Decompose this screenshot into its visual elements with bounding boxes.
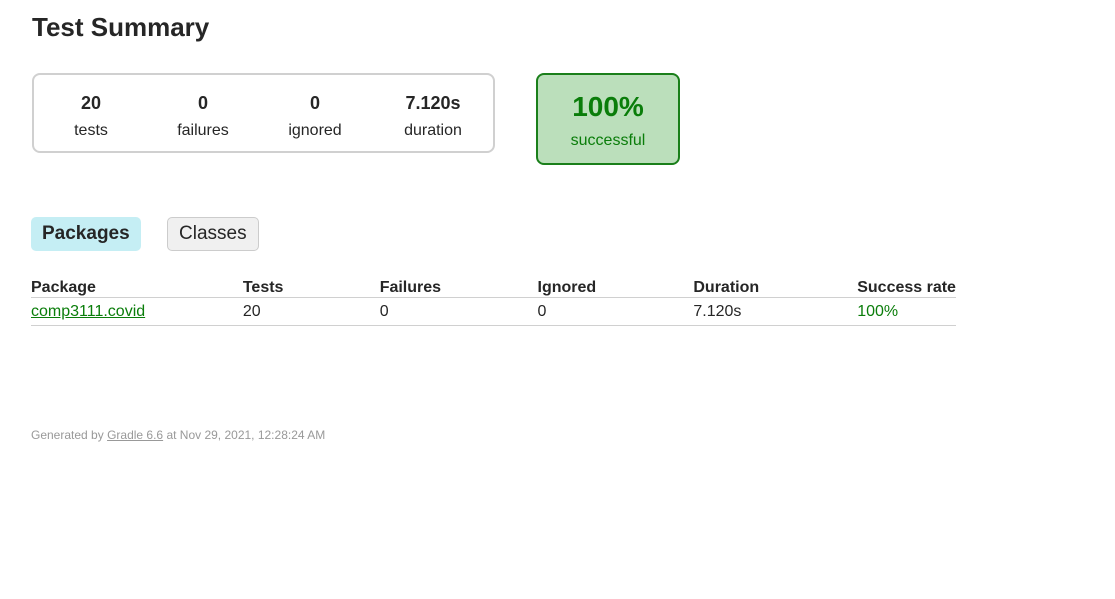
duration-label: duration <box>404 122 462 139</box>
tab-packages[interactable]: Packages <box>31 217 141 251</box>
tab-classes[interactable]: Classes <box>167 217 259 251</box>
failures-cell: 0 <box>379 297 538 326</box>
table-header-row: Package Tests Failures Ignored Duration … <box>31 278 956 298</box>
page-title: Test Summary <box>32 12 210 42</box>
failures-count: 0 <box>197 93 208 113</box>
duration-cell: 7.120s <box>693 297 858 326</box>
ignored-count: 0 <box>309 93 320 113</box>
packages-table: Package Tests Failures Ignored Duration … <box>31 278 956 326</box>
footer-timestamp: at Nov 29, 2021, 12:28:24 AM <box>163 428 326 442</box>
tests-label: tests <box>74 122 108 139</box>
header-success-rate: Success rate <box>857 278 956 298</box>
success-rate-percent: 100% <box>572 91 644 122</box>
success-rate-cell: 100% <box>857 297 956 326</box>
duration-value: 7.120s <box>405 93 461 113</box>
header-ignored: Ignored <box>537 278 694 298</box>
failures-label: failures <box>177 122 229 139</box>
package-link[interactable]: comp3111.covid <box>31 303 145 320</box>
tests-cell: 20 <box>242 297 380 326</box>
header-failures: Failures <box>379 278 538 298</box>
header-duration: Duration <box>693 278 858 298</box>
success-rate-box: 100% successful <box>536 73 680 165</box>
footer: Generated by Gradle 6.6 at Nov 29, 2021,… <box>31 428 325 442</box>
header-tests: Tests <box>242 278 380 298</box>
table-row: comp3111.covid 20 0 0 7.120s 100% <box>31 297 956 326</box>
header-package: Package <box>31 278 243 298</box>
footer-prefix: Generated by <box>31 428 108 442</box>
summary-box: 20 tests 0 failures 0 ignored 7.120s dur… <box>32 73 495 153</box>
ignored-label: ignored <box>288 122 342 139</box>
success-rate-label: successful <box>570 132 646 149</box>
ignored-cell: 0 <box>537 297 694 326</box>
package-cell: comp3111.covid <box>31 297 243 326</box>
tests-count: 20 <box>80 93 102 113</box>
gradle-link[interactable]: Gradle 6.6 <box>107 428 163 442</box>
